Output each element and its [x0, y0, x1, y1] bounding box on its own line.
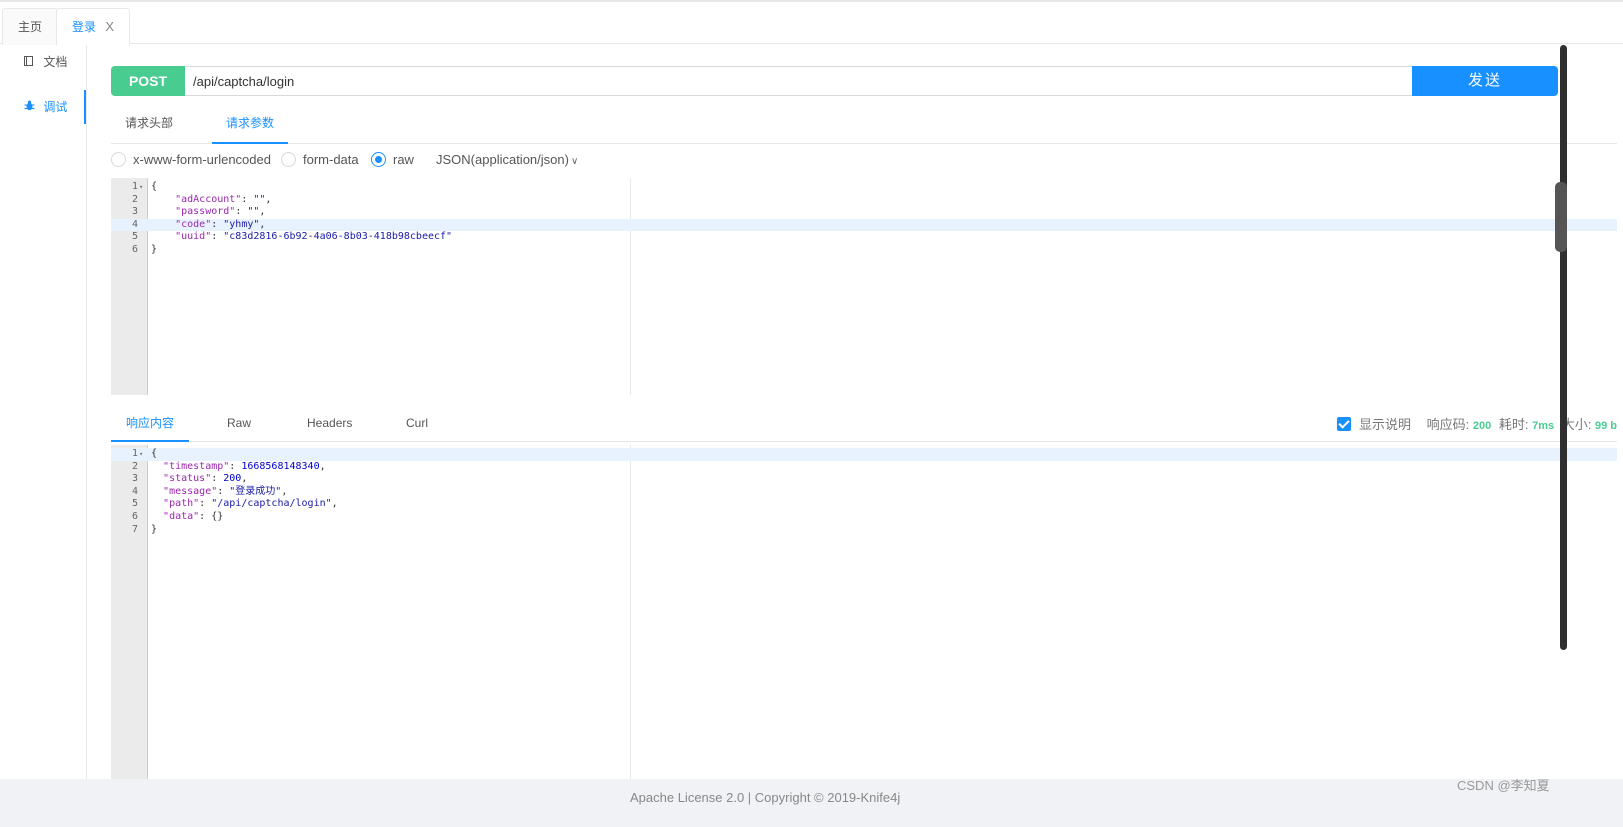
response-tabs: 响应内容 Raw Headers Curl 显示说明 响应码: 200 耗时: … [111, 408, 1617, 442]
code-line: 6} [111, 244, 1617, 257]
show-desc-checkbox[interactable] [1336, 417, 1351, 431]
radio-label: form-data [303, 152, 359, 167]
line-number: 7 [131, 523, 138, 535]
scrollbar-thumb[interactable] [1555, 182, 1567, 252]
http-method-badge: POST [111, 66, 185, 96]
code-text: "message": "登录成功", [163, 485, 288, 497]
code-line: 3 "password": "", [111, 206, 1617, 219]
radio-label: raw [393, 152, 414, 167]
request-url-bar: POST 发送 [111, 66, 1558, 96]
sidebar-item-label: 调试 [43, 100, 68, 114]
code-text: "password": "", [175, 206, 266, 218]
chevron-down-icon: ∨ [570, 156, 579, 167]
footer: Apache License 2.0 | Copyright © 2019-Kn… [0, 778, 1623, 827]
close-icon[interactable]: X [105, 19, 114, 34]
sidebar-item-debug[interactable]: 调试 [0, 90, 86, 124]
code-line: 3 "status": 200, [111, 473, 1617, 486]
code-text: "data": {} [163, 511, 224, 522]
send-button[interactable]: 发送 [1412, 66, 1558, 96]
code-text: "status": 200, [163, 473, 248, 485]
response-body-viewer[interactable]: 1 ▾{2 "timestamp": 1668568148340, 3 "statu… [111, 445, 1617, 779]
code-text: "path": "/api/captcha/login", [163, 498, 338, 510]
content-type-dropdown[interactable]: JSON(application/json) ∨ [436, 149, 578, 173]
code-line: 2 "adAccount": "", [111, 194, 1617, 207]
code-text: { [151, 181, 158, 192]
content-type-value: JSON(application/json) [436, 152, 569, 167]
line-number: 3 [131, 473, 138, 485]
line-number: 5 [131, 498, 138, 510]
watermark: CSDN @李知夏 [1457, 778, 1550, 793]
sidebar-item-label: 文档 [43, 55, 68, 69]
line-number: 4 [131, 218, 138, 230]
status-code-label: 响应码: [1426, 417, 1470, 432]
debug-panel: POST 发送 请求头部 请求参数 x-www-form-urlencoded … [87, 45, 1617, 805]
tab-request-params[interactable]: 请求参数 [212, 108, 289, 144]
code-line: 1 ▾ { [111, 181, 1617, 194]
fold-arrow-icon[interactable]: ▾ [139, 448, 143, 461]
code-line: 5 "path": "/api/captcha/login", [111, 498, 1617, 511]
response-size-value: 99 b [1594, 420, 1617, 432]
show-desc-label: 显示说明 [1358, 417, 1411, 432]
line-number: 3 [131, 206, 138, 218]
code-text: { [151, 448, 158, 459]
tab-login-label: 登录 [72, 20, 97, 34]
code-line: 4 "code": "yhmy", [111, 218, 1617, 232]
sidebar-item-docs[interactable]: 文档 [0, 45, 86, 79]
tab-login[interactable]: 登录 X [56, 8, 131, 46]
code-text: "uuid": "c83d2816-6b92-4a06-8b03-418b98c… [175, 231, 453, 243]
license-text: Apache License 2.0 | Copyright © 2019-Kn… [630, 790, 901, 805]
line-number: 4 [131, 485, 138, 497]
request-body-editor[interactable]: 1 ▾{2 "adAccount": "", 3 "password": "", 4 … [111, 178, 1617, 395]
line-number: 6 [131, 244, 138, 255]
tab-home-label: 主页 [18, 20, 43, 34]
radio-circle [281, 152, 296, 167]
status-code-value: 200 [1472, 420, 1492, 432]
code-text: "timestamp": 1668568148340, [163, 460, 326, 472]
tab-response-curl[interactable]: Curl [391, 408, 443, 442]
tab-home[interactable]: 主页 [2, 8, 59, 45]
tab-response-headers[interactable]: Headers [292, 408, 367, 442]
tab-request-headers[interactable]: 请求头部 [111, 108, 187, 144]
url-input[interactable] [193, 67, 1343, 95]
code-text: "code": "yhmy", [175, 218, 266, 230]
line-number: 2 [131, 193, 138, 205]
response-meta: 显示说明 响应码: 200 耗时: 7ms 大小: 99 b [1336, 414, 1617, 433]
code-text: "adAccount": "", [175, 193, 272, 205]
elapsed-time-label: 耗时: [1498, 417, 1529, 432]
code-line: 2 "timestamp": 1668568148340, [111, 461, 1617, 474]
page-scrollbar[interactable] [1560, 45, 1567, 650]
radio-circle [111, 152, 126, 167]
code-line: 1 ▾ { [111, 448, 1617, 461]
line-number: 5 [131, 231, 138, 243]
tab-bar: 主页 登录 X [0, 2, 1623, 46]
elapsed-time-value: 7ms [1532, 420, 1555, 432]
line-number: 6 [131, 511, 138, 522]
code-line: 5 "uuid": "c83d2816-6b92-4a06-8b03-418b9… [111, 231, 1617, 244]
tab-response-content[interactable]: 响应内容 [111, 408, 190, 442]
code-text: } [151, 244, 158, 255]
code-line: 6 "data": {} [111, 511, 1617, 524]
request-tabs: 请求头部 请求参数 [111, 108, 1617, 144]
radio-raw[interactable]: raw [371, 149, 414, 171]
line-number: 1 [131, 181, 138, 192]
line-number: 1 [131, 448, 138, 459]
radio-label: x-www-form-urlencoded [133, 152, 271, 167]
code-text: } [151, 523, 158, 535]
bug-icon [24, 91, 40, 125]
tab-response-raw[interactable]: Raw [212, 408, 266, 442]
radio-circle [371, 152, 386, 167]
radio-urlencoded[interactable]: x-www-form-urlencoded [111, 149, 271, 171]
radio-form-data[interactable]: form-data [281, 149, 359, 171]
line-number: 2 [131, 460, 138, 472]
sidebar: 文档 调试 [0, 45, 87, 805]
code-line: 4 "message": "登录成功", [111, 486, 1617, 499]
code-line: 7} [111, 524, 1617, 537]
fold-arrow-icon[interactable]: ▾ [139, 181, 143, 194]
book-icon [24, 46, 40, 80]
